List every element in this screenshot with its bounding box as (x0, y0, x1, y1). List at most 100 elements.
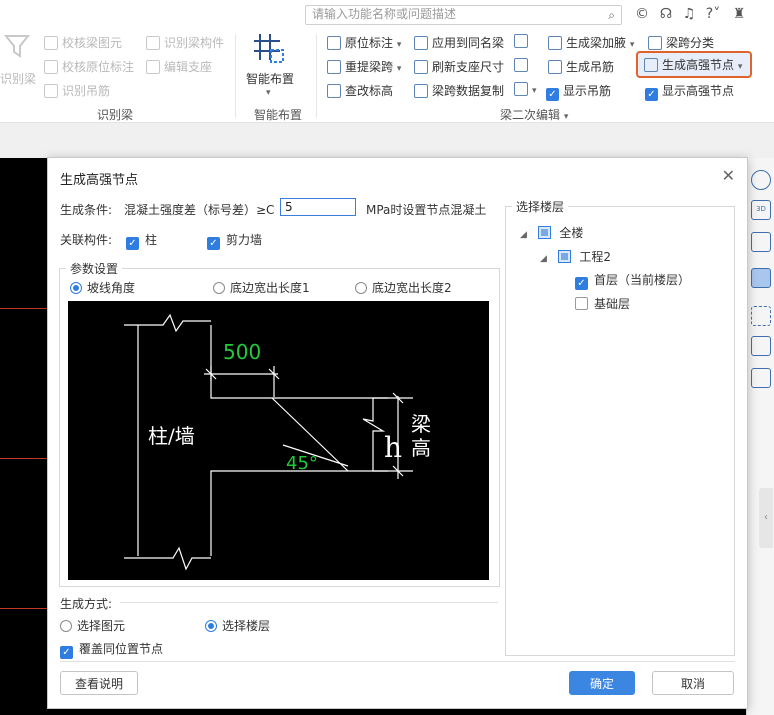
search-icon[interactable]: ⌕ (608, 8, 615, 23)
fit-view-icon[interactable] (751, 306, 771, 326)
column-checkbox[interactable]: ✓ 柱 (126, 231, 157, 250)
hanger-gen-icon (548, 60, 562, 74)
select-floor-label: 选择楼层 (222, 619, 271, 633)
group-label-smart: 智能布置 (254, 108, 303, 122)
divider (316, 34, 317, 118)
help-icon[interactable]: ?˅ (704, 5, 722, 23)
radio-select-element[interactable]: 选择图元 (60, 617, 125, 634)
params-legend: 参数设置 (66, 260, 123, 277)
refresh-icon (414, 60, 428, 74)
view-panel: 3D ‹ (746, 158, 774, 715)
dice-icon[interactable] (514, 58, 532, 72)
shirt-icon[interactable]: ♜ (730, 5, 748, 23)
identify-hanger-button[interactable]: 识别吊筋 (44, 82, 110, 99)
orbit-icon[interactable] (751, 170, 771, 190)
group-label-identify: 识别梁 (97, 108, 134, 122)
radio-off-icon (60, 620, 72, 632)
hook-icon[interactable]: ▾ (514, 82, 537, 96)
beam-label-1: 梁 (411, 412, 431, 436)
span-class-button[interactable]: 梁跨分类 (648, 34, 714, 51)
tree-base-label: 基础层 (594, 297, 631, 311)
member-icon (146, 36, 160, 50)
radio-slope-angle[interactable]: 坡线角度 (70, 279, 135, 296)
table-icon[interactable] (514, 34, 532, 48)
checkbox-unchecked-icon[interactable] (575, 297, 588, 310)
apply-icon (414, 36, 428, 50)
smart-layout-button[interactable]: 智能布置 (246, 70, 294, 87)
checkbox-checked-icon: ✓ (126, 237, 139, 250)
strength-diff-input[interactable]: 5 (280, 198, 356, 216)
group-second-label: 梁二次编辑 (500, 108, 561, 122)
tree-node-base[interactable]: 基础层 (575, 295, 630, 312)
3d-view-icon[interactable]: 3D (751, 200, 771, 220)
cancel-button[interactable]: 取消 (652, 671, 734, 695)
shear-wall-checkbox[interactable]: ✓ 剪力墙 (207, 231, 262, 250)
headset-icon[interactable]: ☊ (657, 5, 675, 23)
collapse-panel-handle[interactable]: ‹ (759, 488, 773, 548)
reextract-label: 重提梁跨 (345, 60, 394, 74)
identify-beam-button[interactable]: 识别梁 (0, 70, 36, 87)
tree-node-project[interactable]: ◢ 工程2 (540, 248, 611, 265)
orig-mark-button[interactable]: 原位标注 ▾ (327, 34, 401, 51)
cond-suffix: MPa时设置节点混凝土 (366, 203, 487, 217)
tree-node-all[interactable]: ◢ 全楼 (520, 224, 583, 241)
apply-same-label: 应用到同名梁 (432, 36, 505, 50)
radio-off-icon (355, 282, 367, 294)
show-hanger-checkbox[interactable]: ✓ 显示吊筋 (546, 82, 611, 101)
edit-support-button[interactable]: 编辑支座 (146, 58, 212, 75)
tree-all-label: 全楼 (559, 226, 584, 240)
classify-icon (648, 36, 662, 50)
gen-hanger-button[interactable]: 生成吊筋 (548, 58, 614, 75)
cube-icon[interactable] (751, 232, 771, 252)
gen-hs-node-button[interactable]: 生成高强节点 ▾ (636, 51, 752, 78)
close-icon[interactable]: ✕ (722, 166, 735, 185)
check-orig-button[interactable]: 校核原位标注 (44, 58, 134, 75)
view-help-button[interactable]: 查看说明 (60, 671, 138, 695)
dim-500-label: 500 (223, 340, 261, 364)
apply-same-button[interactable]: 应用到同名梁 (414, 34, 504, 51)
checkbox-checked-icon[interactable]: ✓ (575, 277, 588, 290)
span-class-label: 梁跨分类 (666, 36, 715, 50)
show-hs-node-label: 显示高强节点 (662, 84, 735, 98)
identify-beam-big-icon[interactable] (2, 32, 34, 60)
tristate-checkbox-icon[interactable] (558, 250, 572, 263)
reextract-span-button[interactable]: 重提梁跨 ▾ (327, 58, 401, 75)
divider (235, 34, 236, 118)
radio-on-icon (205, 620, 217, 632)
list-view-icon[interactable] (751, 368, 771, 388)
dialog-gen-hs-node: 生成高强节点 ✕ 生成条件: 混凝土强度差（标号差）≥C 5 MPa时设置节点混… (47, 157, 748, 709)
radio-ext1[interactable]: 底边宽出长度1 (213, 279, 310, 296)
hs-node-icon (644, 58, 658, 72)
tree-expand-icon[interactable]: ◢ (520, 230, 527, 240)
check-beam-button[interactable]: 校核梁图元 (44, 34, 122, 51)
checkbox-checked-icon: ✓ (645, 88, 658, 101)
box-select-icon[interactable] (751, 336, 771, 356)
tree-project-label: 工程2 (579, 250, 612, 264)
mark-icon (327, 36, 341, 50)
span-copy-button[interactable]: 梁跨数据复制 (414, 82, 504, 99)
show-hs-node-checkbox[interactable]: ✓ 显示高强节点 (645, 82, 734, 101)
identify-member-button[interactable]: 识别梁构件 (146, 34, 224, 51)
search-input[interactable] (306, 6, 603, 22)
gen-haunch-button[interactable]: 生成梁加腋 ▾ (548, 34, 634, 51)
chevron-down-icon[interactable]: ▾ (266, 88, 271, 98)
tree-node-floor1[interactable]: ✓ 首层（当前楼层） (575, 271, 690, 290)
copyright-icon[interactable]: © (633, 5, 651, 23)
refresh-support-button[interactable]: 刷新支座尺寸 (414, 58, 504, 75)
angle-label: 45° (286, 453, 318, 474)
radio-select-floor[interactable]: 选择楼层 (205, 617, 270, 634)
smart-layout-icon[interactable] (252, 32, 286, 64)
tristate-checkbox-icon[interactable] (538, 226, 552, 239)
cube-filled-icon[interactable] (751, 268, 771, 288)
overwrite-checkbox[interactable]: ✓ 覆盖同位置节点 (60, 640, 163, 659)
search-box[interactable]: ⌕ (305, 5, 622, 25)
support-icon (146, 60, 160, 74)
radio-ext2[interactable]: 底边宽出长度2 (355, 279, 452, 296)
gen-hanger-label: 生成吊筋 (566, 60, 615, 74)
check-elev-button[interactable]: 查改标高 (327, 82, 393, 99)
group-label-second[interactable]: 梁二次编辑 ▾ (500, 106, 568, 123)
check-beam-label: 校核梁图元 (62, 36, 123, 50)
tree-expand-icon[interactable]: ◢ (540, 254, 547, 264)
headset-icon-2[interactable]: ♫ (680, 5, 698, 23)
ok-button[interactable]: 确定 (569, 671, 635, 695)
